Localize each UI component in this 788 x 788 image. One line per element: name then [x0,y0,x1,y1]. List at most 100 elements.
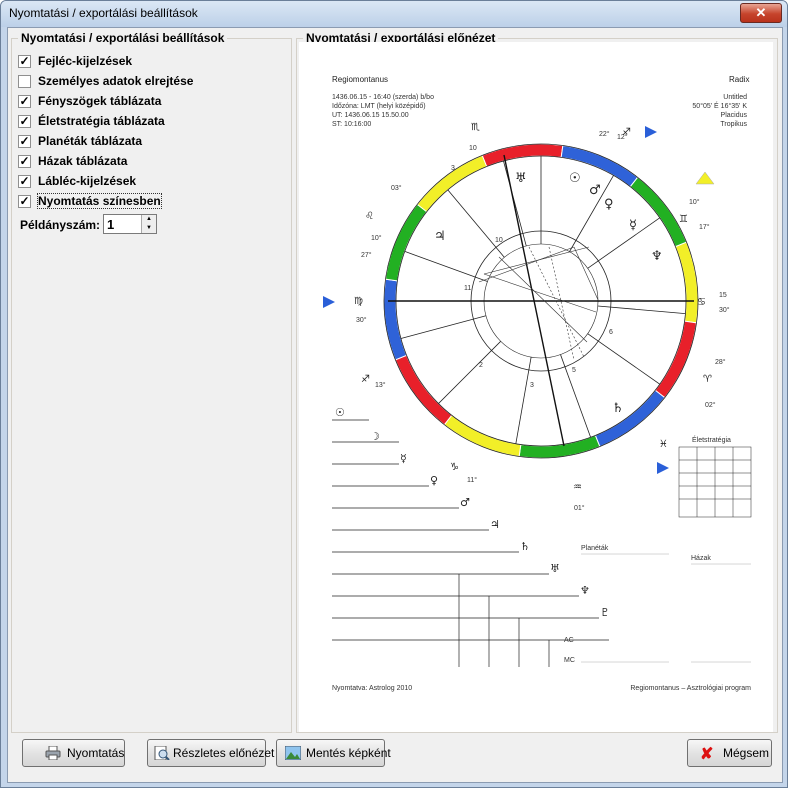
svg-text:♃: ♃ [490,518,500,531]
svg-text:11: 11 [464,285,471,292]
svg-text:♄: ♄ [612,401,624,416]
info-line-1: 1436.06.15 - 16:40 (szerda) b/bo [332,94,434,101]
house-cusp-line [587,217,661,269]
house-cusp-line [597,305,686,315]
image-icon [285,746,301,760]
svg-text:3: 3 [530,382,534,389]
svg-text:♂: ♂ [460,496,470,509]
place-line-4: Tropikus [720,121,747,128]
mc-label: MC [564,657,575,664]
svg-text:♀: ♀ [604,197,614,212]
svg-text:01°: 01° [574,504,585,512]
window-title: Nyomtatási / exportálási beállítások [9,6,198,20]
print-button[interactable]: Nyomtatás [22,739,125,767]
svg-text:♍: ♍ [354,296,363,307]
cancel-button-label: Mégsem [723,746,770,760]
svg-text:10°: 10° [689,198,700,206]
save-image-label: Mentés képként [306,746,391,760]
svg-text:♏: ♏ [471,122,480,133]
color-print-label[interactable]: Nyomtatás színesben [37,193,162,209]
place-line-3: Placidus [721,112,748,119]
svg-text:♊: ♊ [679,214,688,225]
svg-text:♋: ♋ [697,297,706,308]
house-cusp-line [447,189,505,258]
life-strategy-table-label[interactable]: Életstratégia táblázata [38,114,165,128]
planets-table-title: Planéták [581,545,609,552]
svg-text:22°: 22° [599,130,610,138]
zodiac-sector [383,278,408,361]
cancel-button[interactable]: ✘ Mégsem [687,739,772,767]
zodiac-sector [594,389,666,448]
svg-text:☿: ☿ [629,218,637,233]
svg-text:♇: ♇ [600,606,610,619]
hide-personal-data-label[interactable]: Személyes adatok elrejtése [38,74,193,88]
chart-system-label: Regiomontanus [332,75,388,84]
svg-text:♑: ♑ [450,462,459,473]
houses-table-checkbox[interactable]: ✓ [18,155,31,168]
aspect-grid [332,419,609,667]
save-image-button[interactable]: Mentés képként [276,739,391,767]
aspects-table-checkbox[interactable]: ✓ [18,95,31,108]
header-display-checkbox[interactable]: ✓ [18,55,31,68]
zodiac-sector [416,154,488,213]
hide-personal-data-checkbox[interactable] [18,75,31,88]
svg-text:3: 3 [451,165,455,172]
chart-type-label: Radix [729,75,749,84]
svg-text:13°: 13° [375,381,386,389]
svg-text:30°: 30° [356,316,367,324]
zodiac-sector [629,176,688,248]
planets-table-checkbox[interactable]: ✓ [18,135,31,148]
zodiac-sector [384,203,428,282]
house-cusp-line [400,315,487,339]
copies-input[interactable]: 1 [107,217,114,232]
house-cusp-line [515,357,532,444]
aspects-table-label[interactable]: Fényszögek táblázata [38,94,161,108]
direction-marker-bottom [657,462,669,474]
svg-text:10°: 10° [371,234,382,242]
planets-table [581,553,669,663]
svg-text:11°: 11° [467,476,477,484]
svg-text:28°: 28° [715,358,726,366]
svg-text:03°: 03° [391,184,402,192]
svg-text:12°: 12° [617,133,628,141]
svg-text:♒: ♒ [573,482,582,493]
info-line-2: Időzóna: LMT (helyi középidő) [332,103,426,110]
detailed-preview-button[interactable]: Részletes előnézet [147,739,274,767]
info-line-4: ST: 10:16:00 [332,121,371,128]
sign-glyphs: ♏ ♐ ♊ ♋ ♈ ♓ ♍ ♌ ♐ ♑ ♒ [354,122,712,493]
life-strategy-table-checkbox[interactable]: ✓ [18,115,31,128]
svg-text:☿: ☿ [400,452,407,465]
svg-text:27°: 27° [361,251,372,259]
header-display-label[interactable]: Fejléc-kijelzések [38,54,132,68]
houses-table-label[interactable]: Házak táblázata [38,154,127,168]
zodiac-sector [674,241,699,324]
copies-label: Példányszám: [20,218,101,232]
cancel-x-icon: ✘ [700,746,714,763]
svg-text:10: 10 [469,145,477,152]
svg-text:02°: 02° [705,401,716,409]
life-strategy-title: Életstratégia [692,435,731,444]
color-print-checkbox[interactable]: ✓ [18,195,31,208]
svg-text:♌: ♌ [365,211,374,222]
zodiac-sector [518,434,601,459]
svg-text:☽: ☽ [370,430,380,443]
copies-spinner[interactable]: 1 ▲ ▼ [103,214,157,234]
footer-display-label[interactable]: Lábléc-kijelzések [38,174,136,188]
svg-text:♐: ♐ [361,374,370,385]
title-bar: Nyomtatási / exportálási beállítások ✕ [1,1,787,27]
spin-down-button[interactable]: ▼ [141,224,156,233]
footer-left-text: Nyomtatva: Astrolog 2010 [332,685,412,692]
dialog-window: Nyomtatási / exportálási beállítások ✕ N… [0,0,788,788]
svg-text:5: 5 [572,367,576,374]
svg-text:♓: ♓ [659,439,668,450]
svg-text:♆: ♆ [651,249,663,264]
place-line-2: 50°05' É 16°35' K [692,101,747,110]
ac-label: AC [564,637,574,644]
footer-display-checkbox[interactable]: ✓ [18,175,31,188]
direction-marker-top [645,126,657,138]
house-cusp-line [438,341,501,404]
zodiac-sector [654,320,698,399]
planets-table-label[interactable]: Planéták táblázata [38,134,142,148]
close-button[interactable]: ✕ [740,3,782,23]
svg-text:♈: ♈ [703,374,712,385]
